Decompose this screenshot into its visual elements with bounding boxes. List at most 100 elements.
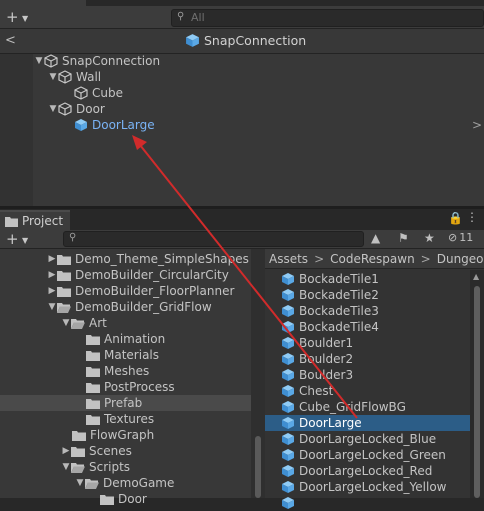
collapsed-triangle-icon[interactable]: ▶ bbox=[47, 254, 57, 264]
folder-label: DemoBuilder_FloorPlanner bbox=[75, 284, 235, 298]
breadcrumb-separator-icon: > bbox=[420, 251, 431, 266]
more-options-icon[interactable]: ⋮ bbox=[466, 210, 478, 224]
gameobject-icon bbox=[58, 102, 72, 116]
folder-item[interactable]: ▶ DemoBuilder_FloorPlanner bbox=[47, 283, 235, 299]
asset-item[interactable]: DoorLargeLocked_Red bbox=[265, 463, 470, 479]
expand-triangle-icon[interactable]: ▼ bbox=[61, 318, 71, 328]
expand-triangle-icon[interactable]: ▼ bbox=[48, 72, 58, 82]
asset-item[interactable] bbox=[265, 495, 470, 511]
favorites-star-icon[interactable]: ★ bbox=[424, 231, 435, 245]
folder-item[interactable]: ▶ Demo_Theme_SimpleShapes bbox=[47, 251, 249, 267]
project-tabbar: 🔒 ⋮ bbox=[0, 209, 484, 230]
project-tab[interactable]: Project bbox=[0, 210, 70, 230]
prefab-icon bbox=[282, 305, 294, 317]
hierarchy-item-label: Door bbox=[76, 102, 105, 116]
collapsed-triangle-icon[interactable]: ▶ bbox=[47, 286, 57, 296]
folder-label: Materials bbox=[104, 348, 160, 362]
hierarchy-item-snapconnection[interactable]: ▼ SnapConnection bbox=[34, 53, 161, 69]
asset-item-selected[interactable]: DoorLarge bbox=[265, 415, 470, 431]
asset-label: DoorLargeLocked_Green bbox=[299, 448, 446, 462]
asset-label: BockadeTile4 bbox=[299, 320, 379, 334]
hierarchy-item-wall[interactable]: ▼ Wall bbox=[48, 69, 102, 85]
prefab-icon bbox=[282, 273, 294, 285]
create-dropdown-caret-icon[interactable]: ▼ bbox=[22, 236, 28, 245]
folder-item[interactable]: ▼ DemoGame bbox=[75, 475, 175, 491]
folder-tree-scroll-thumb[interactable] bbox=[255, 436, 261, 498]
folder-item[interactable]: PostProcess bbox=[86, 379, 175, 395]
folder-item[interactable]: Door bbox=[100, 491, 147, 507]
folder-item[interactable]: Textures bbox=[86, 411, 154, 427]
hierarchy-item-label: Cube bbox=[92, 86, 123, 100]
asset-item[interactable]: DoorLargeLocked_Yellow bbox=[265, 479, 470, 495]
asset-item[interactable]: Boulder3 bbox=[265, 367, 470, 383]
breadcrumb-item[interactable]: DungeonA bbox=[437, 252, 484, 266]
folder-item[interactable]: ▼ DemoBuilder_GridFlow bbox=[47, 299, 212, 315]
expand-triangle-icon[interactable]: ▼ bbox=[75, 478, 85, 488]
add-dropdown-caret-icon[interactable]: ▼ bbox=[22, 14, 28, 23]
breadcrumb-item[interactable]: CodeRespawn bbox=[330, 252, 415, 266]
hierarchy-search-input[interactable]: ⚲ All bbox=[171, 9, 484, 27]
collapsed-triangle-icon[interactable]: ▶ bbox=[61, 446, 71, 456]
asset-item[interactable]: BockadeTile3 bbox=[265, 303, 470, 319]
project-search-input[interactable]: ⚲ bbox=[63, 231, 364, 247]
open-prefab-arrow-icon[interactable]: > bbox=[472, 118, 482, 132]
asset-label: Boulder1 bbox=[299, 336, 354, 350]
folder-item[interactable]: ▼ Scripts bbox=[61, 459, 131, 475]
expand-triangle-icon[interactable]: ▼ bbox=[47, 302, 57, 312]
asset-label: Chest bbox=[299, 384, 334, 398]
lock-icon[interactable]: 🔒 bbox=[448, 211, 463, 225]
add-object-button[interactable]: + bbox=[6, 8, 19, 26]
search-by-type-icon[interactable]: ▲ bbox=[371, 231, 380, 245]
expand-triangle-icon[interactable]: ▼ bbox=[61, 462, 71, 472]
prefab-icon bbox=[282, 401, 294, 413]
folder-label: FlowGraph bbox=[90, 428, 155, 442]
expand-triangle-icon[interactable]: ▼ bbox=[48, 104, 58, 114]
back-arrow-icon[interactable]: < bbox=[5, 33, 16, 48]
asset-item[interactable]: BockadeTile4 bbox=[265, 319, 470, 335]
folder-label: Prefab bbox=[104, 396, 143, 410]
asset-list-scroll-thumb[interactable] bbox=[474, 286, 480, 498]
hierarchy-item-door[interactable]: ▼ Door bbox=[48, 101, 105, 117]
folder-item[interactable]: ▶ Scenes bbox=[61, 443, 132, 459]
hidden-packages-toggle[interactable]: ⊘ 11 bbox=[448, 231, 473, 244]
folder-icon bbox=[72, 430, 86, 441]
prefab-icon bbox=[282, 369, 294, 381]
create-asset-button[interactable]: + bbox=[6, 230, 19, 248]
asset-item[interactable]: Cube_GridFlowBG bbox=[265, 399, 470, 415]
asset-label: BockadeTile1 bbox=[299, 272, 379, 286]
folder-icon bbox=[86, 366, 100, 377]
asset-label: DoorLarge bbox=[299, 416, 362, 430]
folder-label: Demo_Theme_SimpleShapes bbox=[75, 252, 249, 266]
folder-item[interactable]: ▶ DemoBuilder_CircularCity bbox=[47, 267, 229, 283]
folder-item-selected[interactable]: Prefab bbox=[0, 395, 251, 411]
search-by-label-icon[interactable]: ⚑ bbox=[398, 231, 409, 245]
folder-label: PostProcess bbox=[104, 380, 175, 394]
asset-item[interactable]: DoorLargeLocked_Blue bbox=[265, 431, 470, 447]
asset-item[interactable]: BockadeTile2 bbox=[265, 287, 470, 303]
asset-item[interactable]: Chest bbox=[265, 383, 470, 399]
folder-item[interactable]: Meshes bbox=[86, 363, 149, 379]
folder-item[interactable]: ▼ Art bbox=[61, 315, 107, 331]
folder-icon bbox=[86, 334, 100, 345]
folder-icon bbox=[57, 286, 71, 297]
hierarchy-item-cube[interactable]: Cube bbox=[74, 85, 123, 101]
breadcrumb-item[interactable]: Assets bbox=[269, 252, 308, 266]
folder-label: Textures bbox=[104, 412, 155, 426]
expand-triangle-icon[interactable]: ▼ bbox=[34, 56, 44, 66]
eye-hidden-icon: ⊘ bbox=[448, 231, 458, 244]
asset-item[interactable]: Boulder2 bbox=[265, 351, 470, 367]
hierarchy-item-doorlarge[interactable]: DoorLarge bbox=[74, 117, 155, 133]
prefab-icon bbox=[282, 289, 294, 301]
asset-item[interactable]: BockadeTile1 bbox=[265, 271, 470, 287]
asset-item[interactable]: Boulder1 bbox=[265, 335, 470, 351]
hierarchy-search-placeholder: All bbox=[191, 11, 205, 24]
asset-label: Boulder3 bbox=[299, 368, 354, 382]
prefab-icon bbox=[75, 119, 87, 131]
folder-item[interactable]: Animation bbox=[86, 331, 165, 347]
folder-item[interactable]: FlowGraph bbox=[72, 427, 154, 443]
collapsed-triangle-icon[interactable]: ▶ bbox=[47, 270, 57, 280]
folder-icon bbox=[86, 414, 100, 425]
folder-item[interactable]: Materials bbox=[86, 347, 159, 363]
scroll-up-arrow-icon[interactable]: ▲ bbox=[473, 272, 479, 281]
asset-item[interactable]: DoorLargeLocked_Green bbox=[265, 447, 470, 463]
